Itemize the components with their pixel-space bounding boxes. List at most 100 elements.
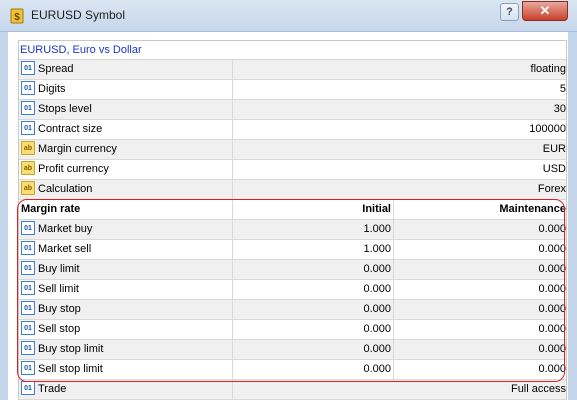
initial-value: 1.000 [233,220,394,239]
margin-label: Buy limit [38,263,80,275]
property-name-cell: 01 Stops level [19,100,233,119]
numeric-property-icon: 01 [21,221,35,236]
margin-row-buy-limit[interactable]: 01 Buy limit 0.000 0.000 [19,260,566,280]
property-value: Forex [537,183,566,195]
property-label: Stops level [38,103,92,115]
numeric-property-icon: 01 [21,61,35,76]
property-value: Full access [510,383,566,395]
property-value: 30 [553,103,566,115]
margin-name-cell: 01 Buy limit [19,260,233,279]
initial-value: 0.000 [233,300,394,319]
property-row-profit-currency[interactable]: ab Profit currency USD [19,160,566,180]
margin-row-sell-stop[interactable]: 01 Sell stop 0.000 0.000 [19,320,566,340]
symbol-properties-grid: EURUSD, Euro vs Dollar 01 Spread floating… [18,40,567,400]
property-value: 5 [559,83,566,95]
numeric-property-icon: 01 [21,241,35,256]
margin-row-market-buy[interactable]: 01 Market buy 1.000 0.000 [19,220,566,240]
property-name-cell: 01 Trade [19,380,233,399]
numeric-property-icon: 01 [21,301,35,316]
numeric-property-icon: 01 [21,381,35,396]
maintenance-value: 0.000 [538,303,566,315]
margin-label: Sell limit [38,283,79,295]
text-property-icon: ab [21,141,35,156]
margin-label: Sell stop limit [38,363,103,375]
margin-name-cell: 01 Market sell [19,240,233,259]
margin-label: Sell stop [38,323,81,335]
margin-name-cell: 01 Market buy [19,220,233,239]
numeric-property-icon: 01 [21,101,35,116]
margin-row-buy-stop-limit[interactable]: 01 Buy stop limit 0.000 0.000 [19,340,566,360]
property-name-cell: 01 Contract size [19,120,233,139]
property-row-digits[interactable]: 01 Digits 5 [19,80,566,100]
initial-value: 0.000 [233,340,394,359]
margin-name-cell: 01 Sell limit [19,280,233,299]
margin-name-cell: 01 Sell stop limit [19,360,233,379]
margin-rate-title: Margin rate [19,200,233,219]
margin-name-cell: 01 Buy stop limit [19,340,233,359]
property-name-cell: 01 Spread [19,60,233,79]
property-row-contract-size[interactable]: 01 Contract size 100000 [19,120,566,140]
property-value: 100000 [529,123,566,135]
property-value: floating [530,63,566,75]
maintenance-value: 0.000 [538,343,566,355]
margin-row-sell-limit[interactable]: 01 Sell limit 0.000 0.000 [19,280,566,300]
maintenance-value: 0.000 [538,323,566,335]
symbol-description-row: EURUSD, Euro vs Dollar [19,41,566,60]
maintenance-value: 0.000 [538,263,566,275]
margin-label: Market buy [38,223,93,235]
margin-row-buy-stop[interactable]: 01 Buy stop 0.000 0.000 [19,300,566,320]
margin-label: Buy stop [38,303,81,315]
numeric-property-icon: 01 [21,341,35,356]
app-icon: $ [10,8,24,24]
window-frame: EURUSD, Euro vs Dollar 01 Spread floating… [0,32,577,400]
property-label: Contract size [38,123,103,135]
property-label: Profit currency [38,163,109,175]
property-row-spread[interactable]: 01 Spread floating [19,60,566,80]
margin-name-cell: 01 Sell stop [19,320,233,339]
numeric-property-icon: 01 [21,361,35,376]
maintenance-value: 0.000 [538,223,566,235]
content-area: EURUSD, Euro vs Dollar 01 Spread floating… [8,32,568,400]
property-name-cell: ab Margin currency [19,140,233,159]
maintenance-value: 0.000 [538,283,566,295]
margin-name-cell: 01 Buy stop [19,300,233,319]
property-name-cell: 01 Digits [19,80,233,99]
property-row-stops-level[interactable]: 01 Stops level 30 [19,100,566,120]
initial-value: 0.000 [233,260,394,279]
margin-row-market-sell[interactable]: 01 Market sell 1.000 0.000 [19,240,566,260]
property-label: Margin currency [38,143,117,155]
maintenance-value: 0.000 [538,243,566,255]
property-row-calculation[interactable]: ab Calculation Forex [19,180,566,200]
numeric-property-icon: 01 [21,321,35,336]
property-label: Trade [38,383,67,395]
maintenance-column-header: Maintenance [499,203,566,215]
text-property-icon: ab [21,161,35,176]
text-property-icon: ab [21,181,35,196]
property-value: EUR [542,143,566,155]
title-bar: $ EURUSD Symbol ? ✕ [0,0,577,32]
property-label: Spread [38,63,74,75]
window-title: EURUSD Symbol [31,8,126,22]
numeric-property-icon: 01 [21,81,35,96]
maintenance-value: 0.000 [538,363,566,375]
close-button[interactable]: ✕ [522,1,568,21]
margin-rate-header-row: Margin rate Initial Maintenance [19,200,566,220]
initial-column-header: Initial [233,200,394,219]
numeric-property-icon: 01 [21,261,35,276]
property-row-trade[interactable]: 01 Trade Full access [19,380,566,400]
property-name-cell: ab Profit currency [19,160,233,179]
svg-text:$: $ [14,12,20,23]
property-value: USD [542,163,566,175]
property-name-cell: ab Calculation [19,180,233,199]
symbol-description: EURUSD, Euro vs Dollar [20,44,142,56]
property-label: Calculation [38,183,93,195]
help-button[interactable]: ? [500,3,519,21]
numeric-property-icon: 01 [21,281,35,296]
margin-label: Market sell [38,243,92,255]
initial-value: 0.000 [233,360,394,379]
property-row-margin-currency[interactable]: ab Margin currency EUR [19,140,566,160]
initial-value: 1.000 [233,240,394,259]
initial-value: 0.000 [233,280,394,299]
initial-value: 0.000 [233,320,394,339]
margin-row-sell-stop-limit[interactable]: 01 Sell stop limit 0.000 0.000 [19,360,566,380]
